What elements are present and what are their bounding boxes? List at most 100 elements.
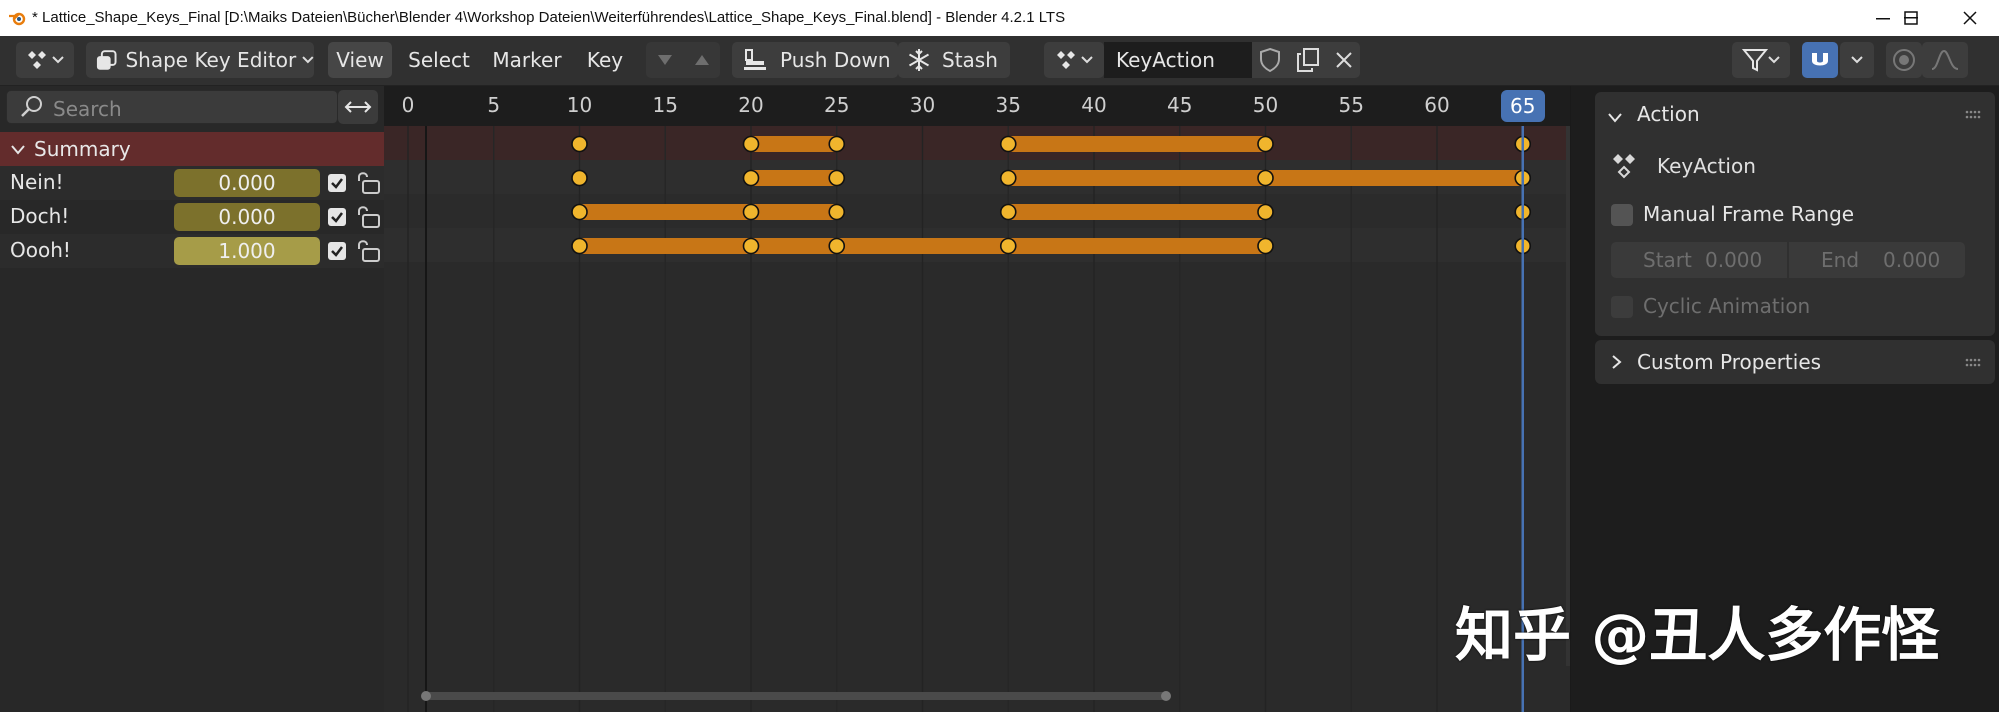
- shape-key-value-field[interactable]: 0.000: [174, 203, 320, 231]
- action-panel-title: Action: [1637, 102, 1700, 126]
- window-maximize-button[interactable]: [1882, 0, 1940, 36]
- falloff-curve-icon: [1931, 49, 1959, 70]
- manual-frame-range-checkbox[interactable]: [1611, 204, 1633, 226]
- scrollbar-handle-left: [421, 691, 431, 701]
- channel-search-input[interactable]: Search: [6, 90, 338, 124]
- channel-name: Nein!: [10, 170, 64, 194]
- action-browse-button[interactable]: [1044, 42, 1104, 78]
- custom-properties-title: Custom Properties: [1637, 350, 1822, 374]
- action-buttons: [1252, 42, 1360, 78]
- frame-label: 50: [1252, 93, 1279, 117]
- search-icon: [21, 96, 42, 117]
- menu-select[interactable]: Select: [404, 42, 474, 78]
- frame-start-field[interactable]: Start 0.000: [1611, 242, 1787, 278]
- chevron-down-icon: [1081, 56, 1093, 64]
- filter-dropdown[interactable]: [1732, 42, 1790, 78]
- frame-label: 35: [995, 93, 1021, 117]
- keyframe: [742, 203, 760, 221]
- channel-row[interactable]: Doch! 0.000: [0, 200, 384, 234]
- end-label: End: [1821, 248, 1860, 272]
- close-icon: [1963, 11, 1977, 25]
- checkmark-icon: [331, 246, 343, 257]
- blender-logo-icon: [9, 12, 26, 26]
- keyframe: [828, 169, 846, 187]
- proportional-edit-toggle[interactable]: [1886, 42, 1922, 78]
- summary-row-bg: [384, 126, 1570, 160]
- start-value: 0.000: [1705, 248, 1763, 272]
- start-label: Start: [1643, 248, 1692, 272]
- keyframe: [999, 237, 1017, 255]
- action-name: KeyAction: [1116, 48, 1215, 72]
- keyframe: [1257, 203, 1274, 221]
- channel-summary[interactable]: Summary: [0, 132, 384, 166]
- mode-label: Shape Key Editor: [125, 48, 297, 72]
- mode-dropdown[interactable]: Shape Key Editor: [86, 42, 314, 78]
- search-placeholder: Search: [53, 97, 122, 121]
- editor-type-dropdown[interactable]: [16, 42, 74, 78]
- channel-name: Oooh!: [10, 238, 71, 262]
- chevron-right-icon[interactable]: [1611, 354, 1623, 370]
- unlocked-padlock-icon[interactable]: [354, 205, 382, 229]
- frame-ruler[interactable]: 0 5 10 15 20 25 30 35 40 45 50 55 60 65: [384, 86, 1570, 126]
- frame-label: 10: [566, 93, 593, 117]
- keyframe: [999, 135, 1017, 153]
- keyframe: [828, 203, 846, 221]
- proportional-edit-icon: [1893, 49, 1915, 71]
- cyclic-animation-checkbox[interactable]: [1611, 296, 1633, 318]
- menu-key[interactable]: Key: [578, 42, 632, 78]
- snap-dropdown[interactable]: [1840, 42, 1874, 78]
- push-down-button[interactable]: Push Down: [732, 42, 898, 78]
- frame-label: 40: [1081, 93, 1107, 117]
- unlink-close-icon[interactable]: [1334, 50, 1354, 70]
- window-close-button[interactable]: [1941, 0, 1999, 36]
- shape-key-value-field[interactable]: 1.000: [174, 237, 320, 265]
- filter-invert-button[interactable]: [338, 90, 378, 124]
- channel-name: Doch!: [10, 204, 70, 228]
- action-name-field[interactable]: KeyAction: [1104, 42, 1252, 78]
- stash-label: Stash: [942, 48, 998, 72]
- chevron-down-icon[interactable]: [1607, 112, 1623, 124]
- menu-marker[interactable]: Marker: [488, 42, 566, 78]
- end-value: 0.000: [1883, 248, 1941, 272]
- arrow-down-icon[interactable]: [656, 53, 674, 67]
- editor-header: Shape Key Editor View Select Marker Key …: [0, 36, 1999, 86]
- hold-bar: [579, 238, 1266, 254]
- duplicate-icon[interactable]: [1295, 47, 1321, 73]
- magnet-icon: [1812, 53, 1828, 66]
- dope-sheet-timeline[interactable]: [384, 126, 1570, 712]
- arrow-up-icon[interactable]: [693, 53, 711, 67]
- unlocked-padlock-icon[interactable]: [354, 171, 382, 195]
- action-icon: [1057, 51, 1075, 69]
- keyframe: [1257, 237, 1274, 255]
- chevron-down-icon: [302, 56, 314, 64]
- keyframe-canvas[interactable]: [384, 126, 1570, 712]
- stash-button[interactable]: Stash: [898, 42, 1010, 78]
- menu-view[interactable]: View: [328, 42, 392, 78]
- mute-checkbox[interactable]: [328, 208, 346, 226]
- frame-label: 5: [487, 93, 501, 117]
- shape-key-value-field[interactable]: 0.000: [174, 169, 320, 197]
- drag-grip-icon[interactable]: [1965, 358, 1983, 368]
- channel-row[interactable]: Nein! 0.000: [0, 166, 384, 200]
- custom-properties-panel[interactable]: Custom Properties: [1595, 340, 1995, 384]
- mute-checkbox[interactable]: [328, 242, 346, 260]
- shape-key-icon: [96, 50, 117, 70]
- mute-checkbox[interactable]: [328, 174, 346, 192]
- current-frame-indicator[interactable]: 65: [1500, 90, 1545, 122]
- chevron-down-icon[interactable]: [10, 144, 26, 156]
- snap-toggle[interactable]: [1802, 42, 1838, 78]
- frame-end-field[interactable]: End 0.000: [1789, 242, 1965, 278]
- drag-grip-icon[interactable]: [1965, 110, 1983, 120]
- horizontal-scrollbar: [426, 692, 1166, 700]
- channel-region: Search Summary Nein! 0.000 Doch! 0.000 O…: [0, 86, 384, 712]
- unlocked-padlock-icon[interactable]: [354, 239, 382, 263]
- snowflake-icon: [908, 49, 930, 71]
- channel-row[interactable]: Oooh! 1.000: [0, 234, 384, 268]
- frame-label: 25: [824, 93, 850, 117]
- manual-frame-range-label: Manual Frame Range: [1643, 202, 1855, 226]
- fake-user-shield-icon[interactable]: [1258, 47, 1282, 73]
- action-panel: Action KeyAction Manual Frame Range Star…: [1595, 92, 1995, 336]
- falloff-dropdown[interactable]: [1922, 42, 1968, 78]
- checkmark-icon: [331, 212, 343, 223]
- keyframe: [571, 135, 588, 153]
